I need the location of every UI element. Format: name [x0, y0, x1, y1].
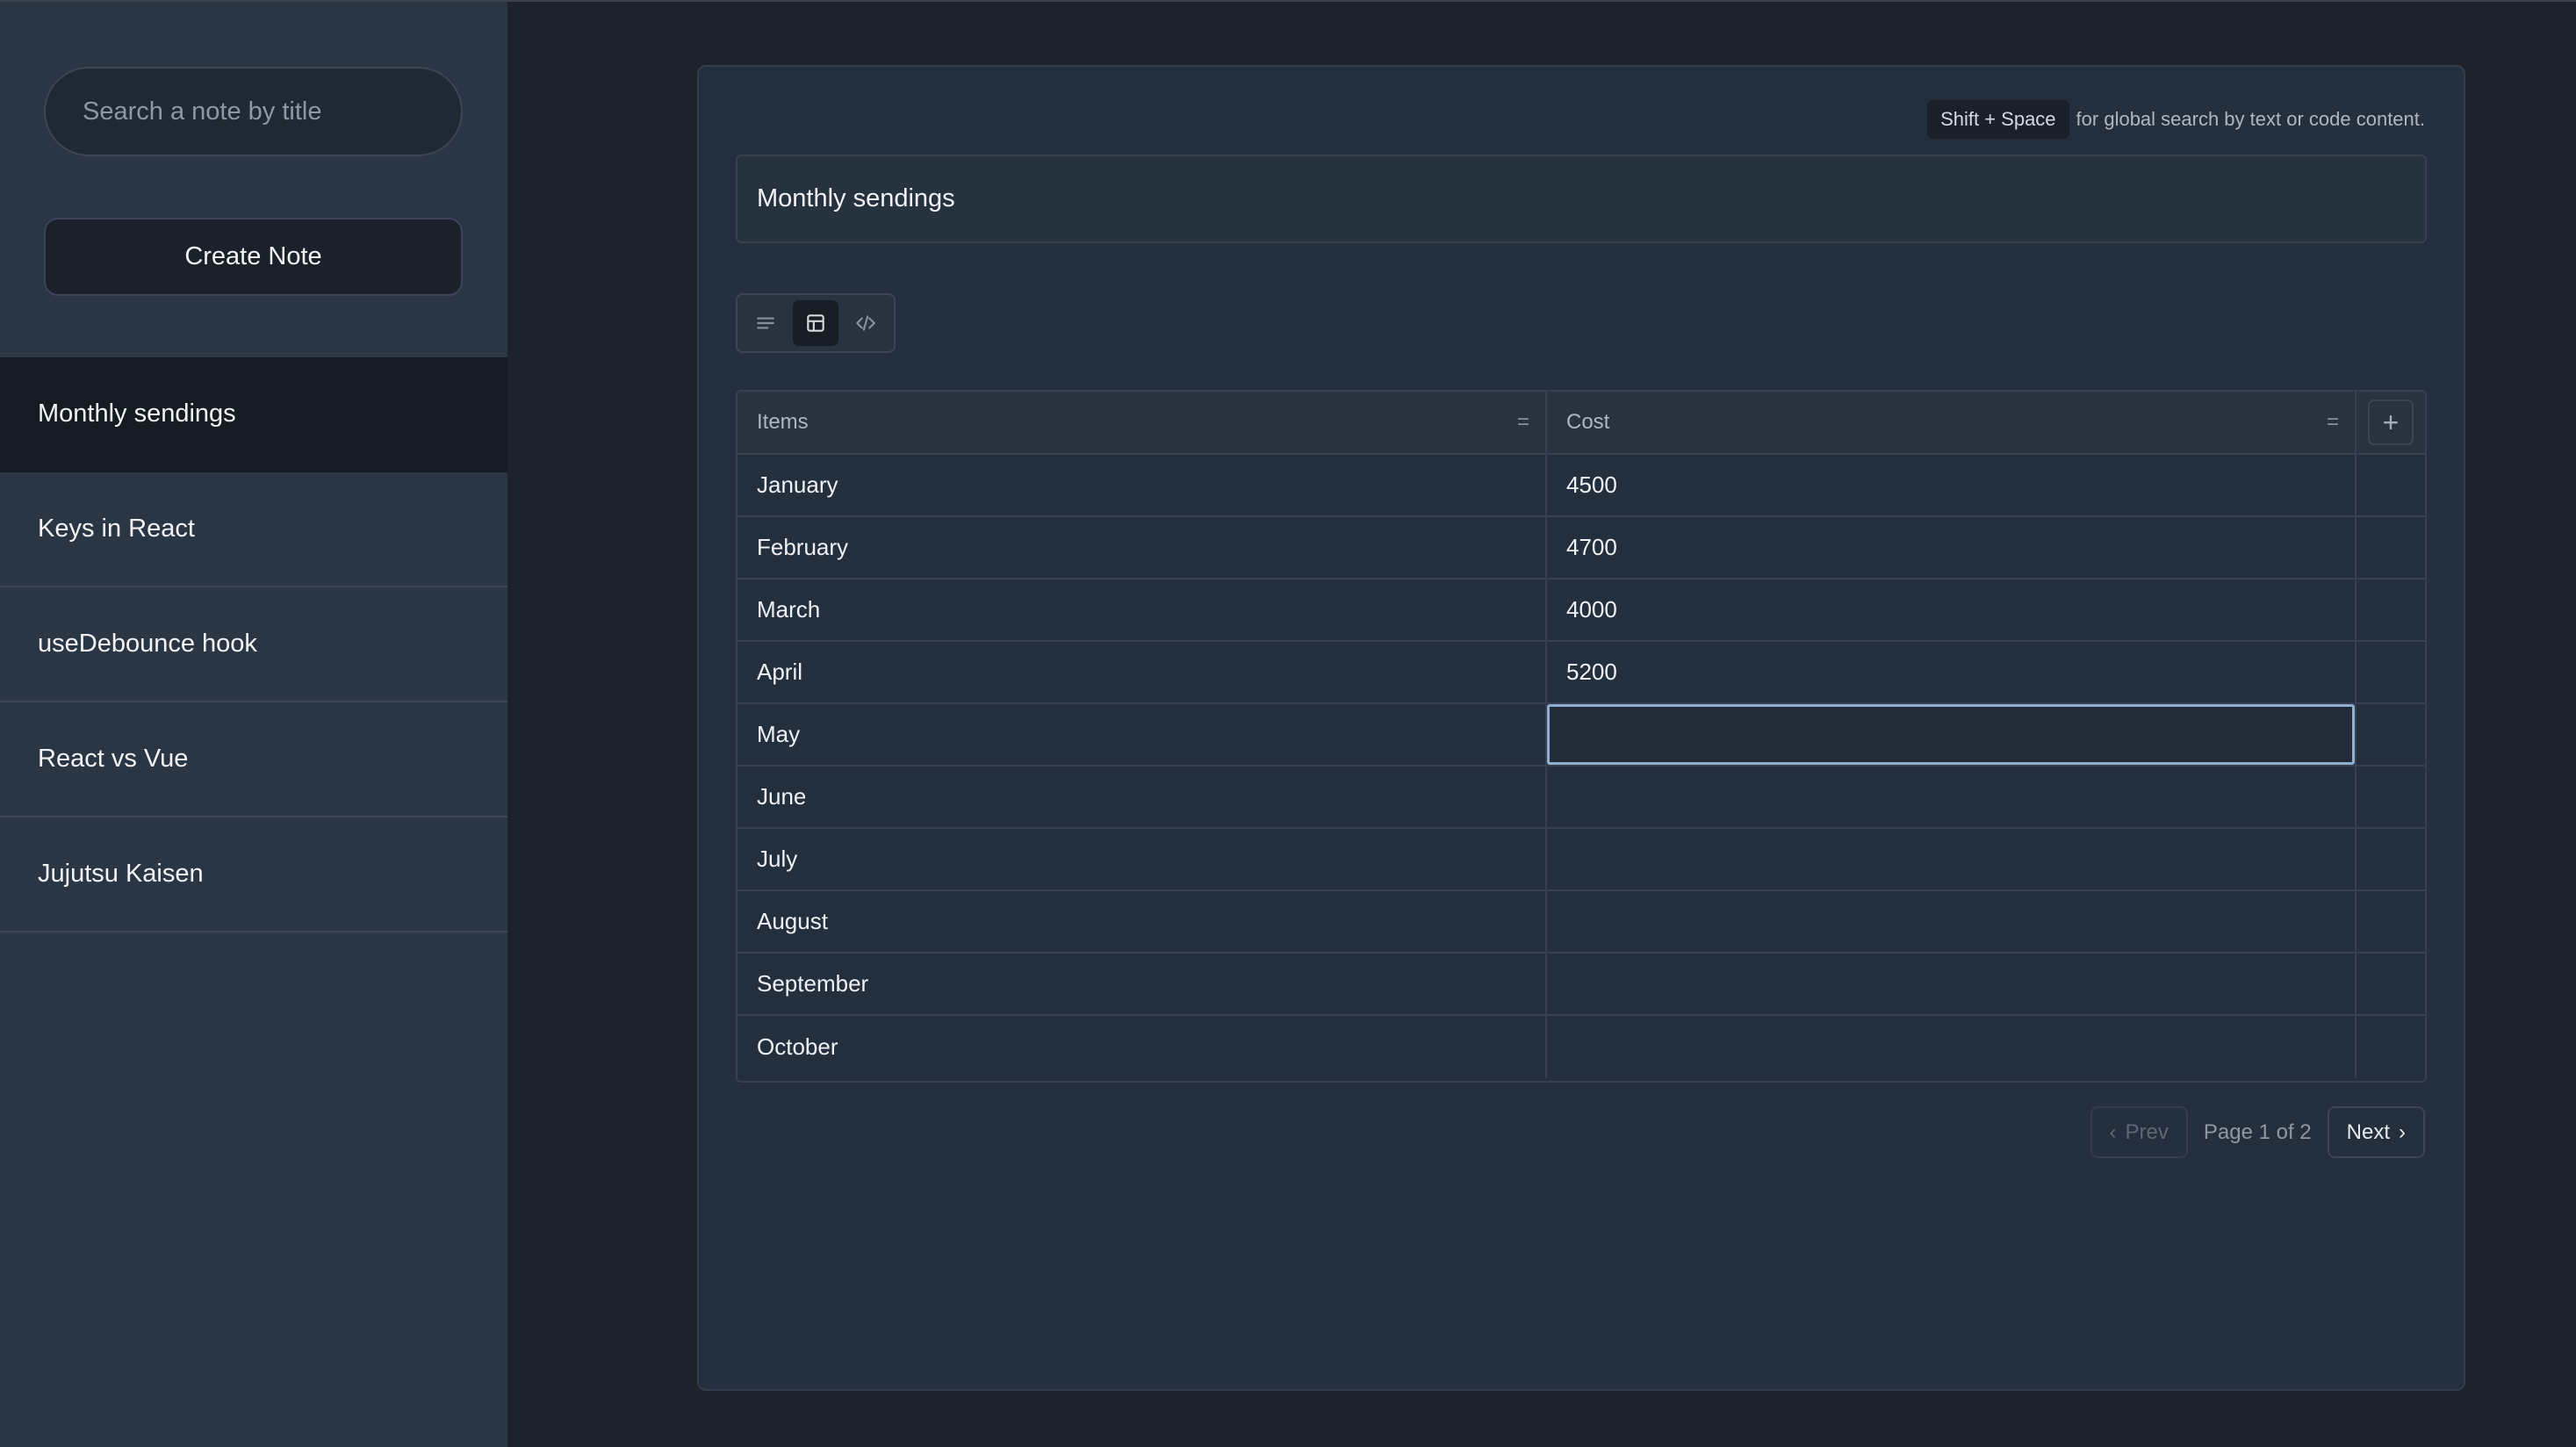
note-item-react-vs-vue[interactable]: React vs Vue — [0, 702, 507, 817]
table-cell-editing[interactable] — [1547, 704, 2357, 765]
note-item-usedebounce-hook[interactable]: useDebounce hook — [0, 587, 507, 702]
column-drag-handle-icon[interactable]: = — [2327, 410, 2339, 435]
table-cell[interactable]: 4700 — [1547, 517, 2357, 578]
table-cell[interactable]: 4500 — [1547, 455, 2357, 515]
table-cell[interactable]: April — [738, 642, 1547, 702]
column-header-cost[interactable]: Cost = — [1547, 392, 2357, 453]
next-page-label: Next — [2346, 1119, 2390, 1144]
table-row: March 4000 — [738, 580, 2425, 642]
table-cell-spacer — [2357, 767, 2425, 827]
table-cell[interactable] — [1547, 829, 2357, 889]
column-header-label: Items — [757, 410, 809, 434]
table-cell[interactable]: March — [738, 580, 1547, 640]
shortcut-hint-text: for global search by text or code conten… — [2076, 108, 2425, 130]
column-header-items[interactable]: Items = — [738, 392, 1547, 453]
table-cell[interactable]: 5200 — [1547, 642, 2357, 702]
code-mode-button[interactable] — [844, 300, 889, 346]
table-row: April 5200 — [738, 642, 2425, 704]
table-cell-spacer — [2357, 642, 2425, 702]
note-item-label: Jujutsu Kaisen — [38, 860, 204, 888]
table-row: June — [738, 767, 2425, 829]
note-item-label: useDebounce hook — [38, 630, 257, 658]
chevron-right-icon: › — [2399, 1119, 2406, 1144]
table-cell[interactable] — [1547, 954, 2357, 1014]
plus-icon: + — [2382, 406, 2400, 438]
table-row: May — [738, 704, 2425, 767]
data-table: Items = Cost = + January 4500 February 4… — [736, 390, 2427, 1083]
note-list: Monthly sendings Keys in React useDeboun… — [0, 357, 507, 932]
note-title-field[interactable]: Monthly sendings — [736, 155, 2427, 243]
note-item-label: React vs Vue — [38, 745, 189, 773]
table-header-row: Items = Cost = + — [738, 392, 2425, 455]
column-drag-handle-icon[interactable]: = — [1517, 410, 1529, 435]
table-cell-spacer — [2357, 891, 2425, 952]
table-cell[interactable]: 4000 — [1547, 580, 2357, 640]
note-item-monthly-sendings[interactable]: Monthly sendings — [0, 357, 507, 472]
table-cell[interactable] — [1547, 891, 2357, 952]
table-cell-spacer — [2357, 517, 2425, 578]
prev-page-button[interactable]: ‹ Prev — [2090, 1106, 2188, 1158]
table-cell[interactable] — [1547, 767, 2357, 827]
pagination: ‹ Prev Page 1 of 2 Next › — [2090, 1106, 2425, 1158]
table-mode-button[interactable] — [793, 300, 838, 346]
cell-editor-input[interactable] — [1547, 704, 2355, 765]
table-row: February 4700 — [738, 517, 2425, 580]
note-item-label: Keys in React — [38, 515, 195, 543]
note-title-text: Monthly sendings — [757, 184, 955, 212]
table-cell[interactable] — [1547, 1016, 2357, 1078]
add-column-cell: + — [2357, 392, 2425, 453]
table-row: August — [738, 891, 2425, 954]
table-cell[interactable]: January — [738, 455, 1547, 515]
sidebar: Create Note Monthly sendings Keys in Rea… — [0, 2, 507, 1447]
table-layout-icon — [807, 314, 824, 332]
table-cell-spacer — [2357, 580, 2425, 640]
table-cell[interactable]: June — [738, 767, 1547, 827]
table-cell-spacer — [2357, 829, 2425, 889]
prev-page-label: Prev — [2125, 1119, 2169, 1144]
table-cell[interactable]: May — [738, 704, 1547, 765]
next-page-button[interactable]: Next › — [2327, 1106, 2425, 1158]
table-cell[interactable]: February — [738, 517, 1547, 578]
global-search-hint: Shift + Space for global search by text … — [1927, 100, 2425, 139]
note-item-jujutsu-kaisen[interactable]: Jujutsu Kaisen — [0, 817, 507, 932]
table-cell-spacer — [2357, 954, 2425, 1014]
page-indicator: Page 1 of 2 — [2203, 1119, 2312, 1144]
table-cell[interactable]: August — [738, 891, 1547, 952]
table-row: October — [738, 1016, 2425, 1078]
table-row: September — [738, 954, 2425, 1016]
note-item-keys-in-react[interactable]: Keys in React — [0, 472, 507, 587]
table-cell[interactable]: September — [738, 954, 1547, 1014]
table-cell-spacer — [2357, 704, 2425, 765]
shortcut-key-badge: Shift + Space — [1927, 100, 2069, 139]
editor-mode-switcher — [736, 293, 896, 353]
table-cell-spacer — [2357, 455, 2425, 515]
code-icon — [856, 315, 876, 331]
add-column-button[interactable]: + — [2368, 400, 2414, 445]
column-header-label: Cost — [1566, 410, 1610, 434]
text-mode-button[interactable] — [743, 300, 788, 346]
table-row: July — [738, 829, 2425, 891]
search-input[interactable] — [83, 97, 461, 126]
editor-panel: Shift + Space for global search by text … — [697, 65, 2465, 1391]
table-row: January 4500 — [738, 455, 2425, 517]
table-cell[interactable]: October — [738, 1016, 1547, 1078]
text-lines-icon — [756, 317, 774, 329]
table-cell-spacer — [2357, 1016, 2425, 1078]
table-cell[interactable]: July — [738, 829, 1547, 889]
note-item-label: Monthly sendings — [38, 400, 236, 428]
search-box[interactable] — [44, 67, 463, 156]
create-note-button[interactable]: Create Note — [44, 218, 463, 296]
chevron-left-icon: ‹ — [2109, 1119, 2117, 1144]
